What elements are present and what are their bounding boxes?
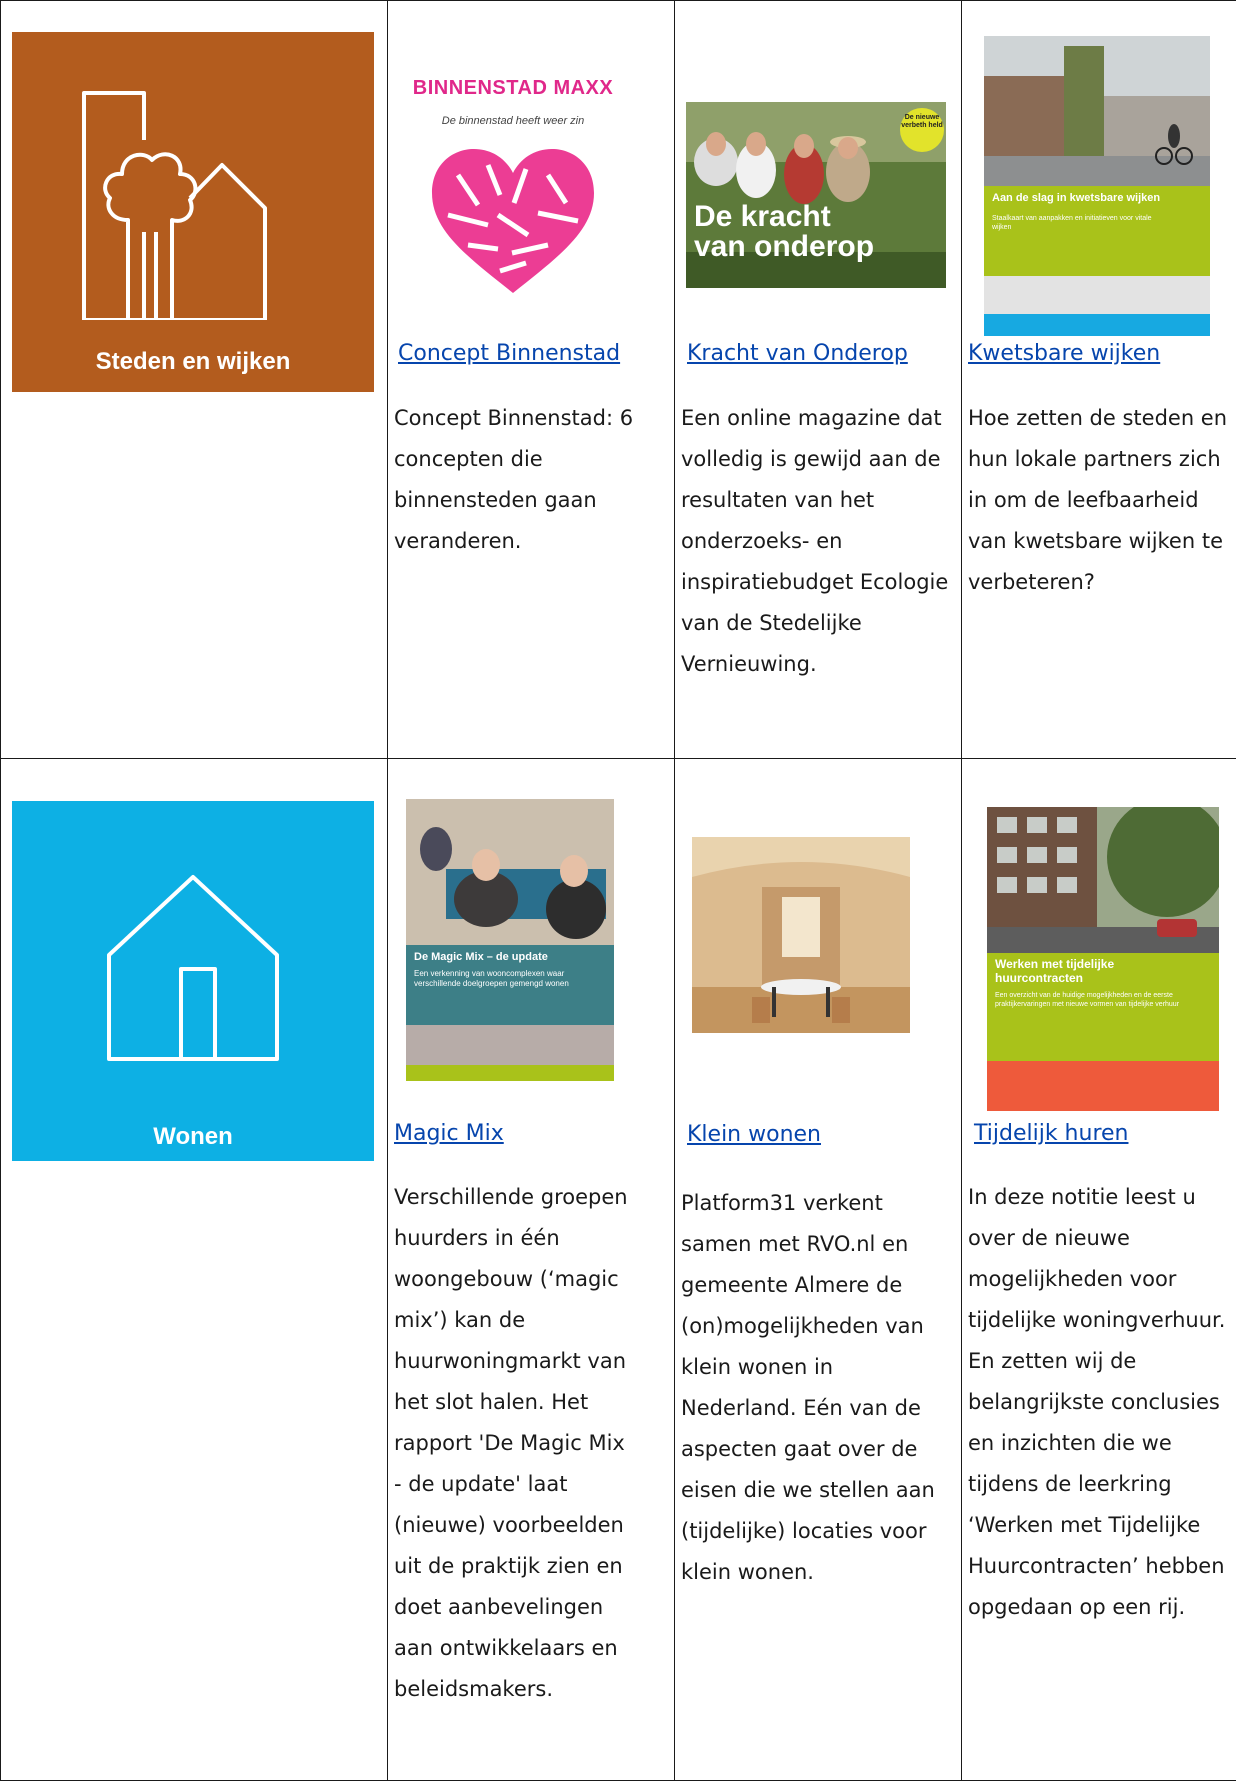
item-description: Platform31 verkent samen met RVO.nl en g… (681, 1183, 951, 1593)
item-cell-magic-mix: De Magic Mix – de update Een verkenning … (388, 759, 675, 1781)
thumbnail-magic-mix: De Magic Mix – de update Een verkenning … (406, 799, 614, 1081)
thumbnail-badge: De nieuwe verbeth held (900, 114, 944, 130)
link-kracht-van-onderop[interactable]: Kracht van Onderop (687, 341, 908, 366)
category-cell-steden: Steden en wijken (1, 1, 388, 759)
thumbnail-title: De Magic Mix – de update (414, 951, 610, 963)
thumbnail-kracht-van-onderop: De nieuwe verbeth held De kracht van ond… (686, 102, 946, 288)
thumbnail-subtitle: De binnenstad heeft weer zin (402, 115, 624, 127)
thumbnail-subtitle: Een overzicht van de huidige mogelijkhed… (995, 991, 1205, 1009)
thumbnail-binnenstad-maxx: BINNENSTAD MAXX De binnenstad heeft weer… (402, 69, 624, 293)
photo-wooden-interior (692, 837, 910, 1033)
item-cell-concept-binnenstad: BINNENSTAD MAXX De binnenstad heeft weer… (388, 1, 675, 759)
category-label: Steden en wijken (12, 348, 374, 376)
item-cell-kwetsbare-wijken: Aan de slag in kwetsbare wijken Staalkaa… (962, 1, 1236, 759)
link-tijdelijk-huren[interactable]: Tijdelijk huren (974, 1121, 1128, 1146)
item-description: Verschillende groepen huurders in één wo… (394, 1177, 634, 1710)
category-cell-wonen: Wonen (1, 759, 388, 1781)
tree-house-icon (72, 90, 302, 320)
thumbnail-kwetsbare-wijken: Aan de slag in kwetsbare wijken Staalkaa… (984, 36, 1210, 336)
item-cell-tijdelijk-huren: Werken met tijdelijke huurcontracten Een… (962, 759, 1236, 1781)
photo-street-cyclist (984, 36, 1210, 186)
content-table: Steden en wijken BINNENSTAD MAXX De binn… (0, 0, 1236, 1781)
item-cell-kracht-van-onderop: De nieuwe verbeth held De kracht van ond… (675, 1, 962, 759)
thumbnail-title: BINNENSTAD MAXX (402, 77, 624, 100)
link-magic-mix[interactable]: Magic Mix (394, 1121, 504, 1146)
item-cell-klein-wonen: Klein wonen Platform31 verkent samen met… (675, 759, 962, 1781)
thumbnail-subtitle: Staalkaart van aanpakken en initiatieven… (992, 214, 1172, 232)
thumbnail-subtitle: Een verkenning van wooncomplexen waar ve… (414, 969, 604, 989)
link-kwetsbare-wijken[interactable]: Kwetsbare wijken (968, 341, 1160, 366)
thumbnail-title: Werken met tijdelijke huurcontracten (995, 957, 1155, 985)
item-description: Een online magazine dat volledig is gewi… (681, 398, 951, 685)
link-klein-wonen[interactable]: Klein wonen (687, 1122, 821, 1147)
category-label: Wonen (12, 1123, 374, 1151)
thumbnail-klein-wonen (692, 837, 910, 1033)
category-tile-wonen: Wonen (12, 801, 374, 1161)
thumbnail-tijdelijk-huren: Werken met tijdelijke huurcontracten Een… (987, 807, 1219, 1111)
photo-apartment-street (987, 807, 1219, 953)
category-tile-steden-en-wijken: Steden en wijken (12, 32, 374, 392)
thumbnail-title: Aan de slag in kwetsbare wijken (992, 192, 1204, 204)
heart-icon (428, 145, 598, 293)
link-concept-binnenstad[interactable]: Concept Binnenstad (398, 341, 620, 366)
item-description: In deze notitie leest u over de nieuwe m… (968, 1177, 1236, 1628)
house-icon (103, 871, 283, 1061)
thumbnail-title: De kracht van onderop (694, 202, 874, 262)
item-description: Concept Binnenstad: 6 concepten die binn… (394, 398, 634, 562)
photo-billiards-men (406, 799, 614, 945)
item-description: Hoe zetten de steden en hun lokale partn… (968, 398, 1236, 603)
